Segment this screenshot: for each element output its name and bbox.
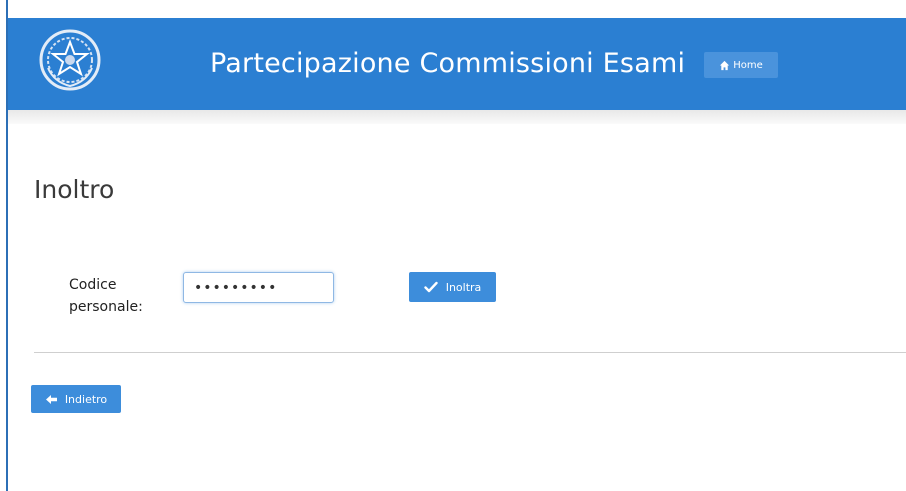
arrow-left-icon [45,394,57,404]
home-icon [720,60,730,70]
personal-code-field[interactable] [183,272,334,303]
site-header: Partecipazione Commissioni Esami Home [8,18,906,110]
republic-emblem-icon [39,29,101,91]
window-left-edge [0,0,8,491]
check-icon [424,281,438,293]
header-shadow-band [8,110,906,124]
home-button[interactable]: Home [704,52,778,78]
home-button-label: Home [733,59,763,71]
divider [34,352,906,353]
submit-button[interactable]: Inoltra [409,272,496,302]
back-button[interactable]: Indietro [31,385,121,413]
page-title: Inoltro [34,175,115,204]
code-field-label: Codice personale: [69,277,143,315]
back-button-label: Indietro [64,392,108,406]
submit-button-label: Inoltra [445,280,482,294]
site-title: Partecipazione Commissioni Esami [210,48,686,79]
